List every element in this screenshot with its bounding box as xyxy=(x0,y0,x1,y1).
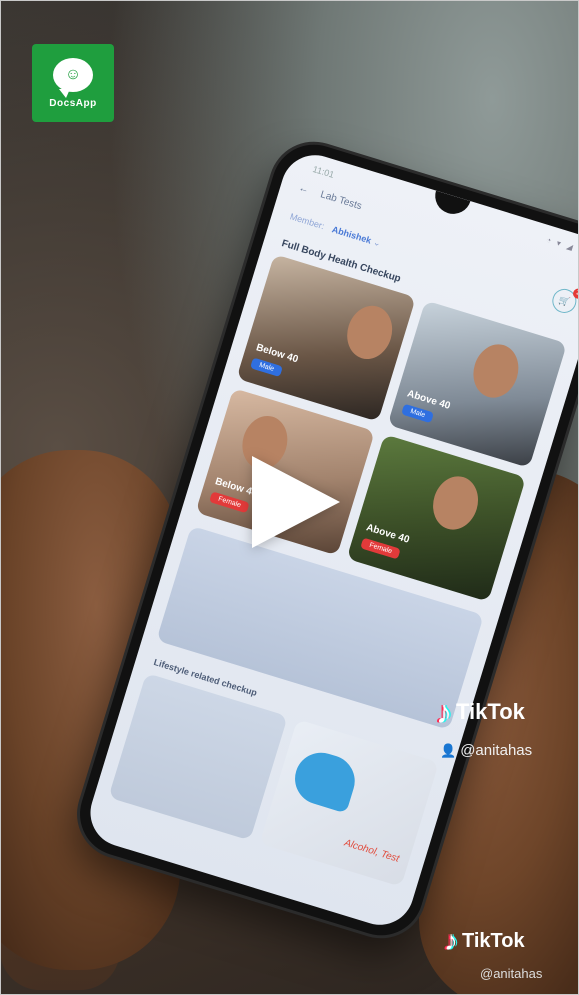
chevron-down-icon[interactable]: ⌄ xyxy=(372,237,382,249)
tiktok-note-icon: ♪ xyxy=(444,925,458,956)
tiktok-username-bottom: @anitahas xyxy=(480,966,543,981)
user-icon: 👤 xyxy=(440,742,457,758)
status-time: 11:01 xyxy=(311,163,336,180)
video-frame: ☺ DocsApp 11:01 ◔ ▾ ◢ ▢ ← Lab Tests Memb… xyxy=(0,0,579,995)
username-text: @anitahas xyxy=(460,742,533,759)
lifestyle-card-2[interactable]: Alcohol, Test xyxy=(259,719,439,887)
tiktok-watermark-bottom: ♪ TikTok xyxy=(444,925,525,957)
play-icon[interactable] xyxy=(252,456,340,548)
chat-bubble-icon: ☺ xyxy=(53,57,93,98)
tiktok-watermark-top: ♪ TikTok xyxy=(436,696,525,728)
gender-tag: Male xyxy=(401,403,435,424)
app-header: ← Lab Tests xyxy=(297,183,363,213)
lifestyle-card-1[interactable] xyxy=(108,672,288,841)
docsapp-logo: ☺ DocsApp xyxy=(32,44,114,122)
gender-tag: Male xyxy=(250,357,284,378)
checkup-grid: Below 40 Male Above 40 Male Below 40 Fem… xyxy=(195,254,568,602)
tiktok-note-icon: ♪ xyxy=(436,694,452,730)
tiktok-brand: TikTok xyxy=(462,929,525,952)
person-photo xyxy=(340,300,399,365)
filter-value[interactable]: Abhishek xyxy=(331,224,373,245)
back-arrow-icon[interactable]: ← xyxy=(297,183,310,196)
header-title: Lab Tests xyxy=(319,189,363,213)
tiktok-brand: TikTok xyxy=(456,699,525,724)
promo-text: Alcohol, Test xyxy=(342,837,401,865)
person-photo xyxy=(466,338,525,404)
person-photo xyxy=(426,470,485,536)
card-above-40-female[interactable]: Above 40 Female xyxy=(346,434,527,602)
logo-text: DocsApp xyxy=(49,97,97,109)
filter-label: Member: xyxy=(288,211,326,232)
status-icons: ◔ ▾ ◢ ▢ xyxy=(544,235,579,256)
phone-notch xyxy=(430,190,470,219)
tiktok-username-top: 👤 @anitahas xyxy=(440,742,532,759)
promo-graphic xyxy=(288,746,362,814)
